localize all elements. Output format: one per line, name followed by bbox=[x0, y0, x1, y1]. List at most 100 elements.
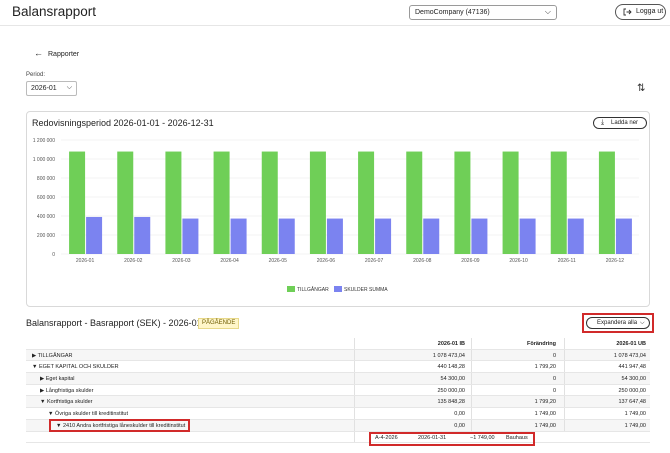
bar-skulder-2026-12 bbox=[615, 218, 632, 254]
row-ib: 54 300,00 bbox=[440, 376, 465, 383]
back-to-reports-link[interactable]: ← Rapporter bbox=[34, 48, 79, 58]
legend-swatch bbox=[334, 286, 342, 292]
x-tick-label: 2026-03 bbox=[172, 258, 191, 264]
row-label: ▶ TILLGÅNGAR bbox=[32, 352, 73, 359]
y-tick-label: 0 bbox=[52, 252, 55, 258]
x-tick-label: 2026-12 bbox=[606, 258, 625, 264]
x-tick-label: 2026-10 bbox=[509, 258, 528, 264]
bar-skulder-2026-06 bbox=[326, 218, 343, 254]
x-tick-label: 2026-02 bbox=[124, 258, 143, 264]
table-row[interactable]: ▶ TILLGÅNGAR 1 078 473,04 0 1 078 473,04 bbox=[26, 349, 650, 362]
bar-tillgangar-2026-04 bbox=[213, 151, 230, 254]
balance-table: 2026-01 IB Förändring 2026-01 UB ▶ TILLG… bbox=[26, 338, 650, 444]
row-ub: 1 749,00 bbox=[624, 422, 646, 429]
row-change: 1 749,00 bbox=[534, 411, 556, 418]
row-ib: 0,00 bbox=[454, 422, 465, 429]
bar-skulder-2026-09 bbox=[471, 218, 488, 254]
top-bar: Balansrapport DemoCompany (47136) ⌵ Logg… bbox=[0, 0, 670, 26]
company-select[interactable]: DemoCompany (47136) ⌵ bbox=[409, 5, 557, 20]
row-change: 0 bbox=[552, 376, 556, 383]
transaction-detail-row[interactable]: A-4-2026 2026-01-31 −1 749,00 Bauhaus bbox=[26, 431, 650, 444]
bar-skulder-2026-05 bbox=[278, 218, 295, 254]
row-ib: 1 078 473,04 bbox=[432, 352, 465, 359]
row-ib: 135 848,28 bbox=[437, 399, 465, 406]
chevron-down-icon: ⌵ bbox=[640, 320, 645, 326]
row-label: ▼ Övriga skulder till kreditinstitut bbox=[48, 411, 129, 418]
refresh-icon[interactable]: ⇅ bbox=[637, 83, 645, 94]
bar-tillgangar-2026-09 bbox=[454, 151, 471, 254]
bar-skulder-2026-01 bbox=[86, 216, 103, 254]
download-icon: ⤓ bbox=[601, 119, 605, 126]
status-badge: PÅGÅENDE bbox=[198, 318, 240, 329]
x-tick-label: 2026-01 bbox=[76, 258, 95, 264]
download-label: Ladda ner bbox=[611, 120, 639, 126]
row-label: ▼ Kortfristiga skulder bbox=[40, 399, 93, 406]
row-ub: 54 300,00 bbox=[621, 376, 646, 383]
row-change: 1 799,20 bbox=[534, 364, 556, 371]
row-change: 0 bbox=[552, 352, 556, 359]
y-tick-label: 600 000 bbox=[37, 195, 55, 201]
table-row[interactable]: ▶ Eget kapital 54 300,00 0 54 300,00 bbox=[26, 373, 650, 385]
column-header-ub: 2026-01 UB bbox=[616, 341, 646, 347]
x-tick-label: 2026-07 bbox=[365, 258, 384, 264]
row-ub: 1 749,00 bbox=[624, 411, 646, 418]
expand-all-label: Expandera alla bbox=[597, 320, 638, 326]
bar-skulder-2026-02 bbox=[134, 216, 151, 254]
table-row[interactable]: ▼ Övriga skulder till kreditinstitut 0,00… bbox=[26, 408, 650, 420]
table-row[interactable]: ▼ Kortfristiga skulder 135 848,28 1 799,20… bbox=[26, 396, 650, 409]
legend-swatch bbox=[287, 286, 295, 292]
table-row[interactable]: ▼ EGET KAPITAL OCH SKULDER 440 148,28 1 79… bbox=[26, 361, 650, 374]
row-label: ▶ Långfristiga skulder bbox=[40, 387, 94, 394]
y-tick-label: 400 000 bbox=[37, 214, 55, 220]
period-label: Period: bbox=[26, 72, 46, 78]
logout-button[interactable]: Logga ut bbox=[615, 4, 666, 20]
table-header-row: 2026-01 IB Förändring 2026-01 UB bbox=[26, 338, 650, 350]
row-label: ▼ EGET KAPITAL OCH SKULDER bbox=[32, 364, 119, 371]
y-tick-label: 1 200 000 bbox=[33, 138, 55, 144]
x-tick-label: 2026-06 bbox=[317, 258, 336, 264]
row-change: 1 799,20 bbox=[534, 399, 556, 406]
logout-icon bbox=[623, 8, 632, 16]
row-ub: 441 947,48 bbox=[618, 364, 646, 371]
row-label: ▼ 2410 Andra kortfristiga låneskulder ti… bbox=[56, 422, 186, 429]
back-link-label: Rapporter bbox=[48, 51, 80, 58]
bar-tillgangar-2026-07 bbox=[358, 151, 375, 254]
bar-tillgangar-2026-12 bbox=[598, 151, 615, 254]
row-label: ▶ Eget kapital bbox=[40, 376, 75, 383]
table-row[interactable]: ▶ Långfristiga skulder 250 000,00 0 250 000… bbox=[26, 384, 650, 397]
chart-title: Redovisningsperiod 2026-01-01 - 2026-12-… bbox=[32, 118, 214, 128]
table-row[interactable]: ▼ 2410 Andra kortfristiga låneskulder ti… bbox=[26, 419, 650, 432]
balance-chart: 0 200 000 400 000 600 000 800 000 1 000 000 1 … bbox=[33, 138, 639, 293]
transaction-amount: −1 749,00 bbox=[470, 434, 495, 441]
x-tick-label: 2026-11 bbox=[558, 258, 576, 264]
row-ub: 137 647,48 bbox=[618, 399, 646, 406]
bar-tillgangar-2026-11 bbox=[550, 151, 567, 254]
company-select-value: DemoCompany (47136) bbox=[415, 9, 490, 16]
x-tick-label: 2026-08 bbox=[413, 258, 432, 264]
y-tick-label: 200 000 bbox=[37, 233, 55, 239]
app-title: Balansrapport bbox=[12, 4, 97, 19]
period-select[interactable]: 2026-01 ⌵ bbox=[26, 81, 77, 96]
column-header-change: Förändring bbox=[526, 341, 556, 347]
bar-tillgangar-2026-03 bbox=[165, 151, 182, 254]
bar-tillgangar-2026-01 bbox=[69, 151, 86, 254]
bar-tillgangar-2026-05 bbox=[261, 151, 278, 254]
bar-tillgangar-2026-10 bbox=[502, 151, 519, 254]
column-header-ib: 2026-01 IB bbox=[437, 341, 465, 347]
chart-card: 0 200 000 400 000 600 000 800 000 1 000 000 1 … bbox=[26, 111, 650, 307]
bar-skulder-2026-10 bbox=[519, 218, 536, 254]
bar-tillgangar-2026-02 bbox=[117, 151, 134, 254]
period-select-value: 2026-01 bbox=[31, 85, 57, 92]
row-change: 0 bbox=[552, 387, 556, 394]
balance-report-title: Balansrapport - Basrapport (SEK) - 2026-… bbox=[26, 318, 202, 328]
transaction-ref[interactable]: A-4-2026 bbox=[375, 435, 398, 441]
bar-skulder-2026-07 bbox=[375, 218, 392, 254]
expand-all-button[interactable]: Expandera alla ⌵ bbox=[586, 317, 650, 329]
row-ub: 1 078 473,04 bbox=[613, 352, 646, 359]
transaction-party: Bauhaus bbox=[506, 434, 528, 441]
chevron-down-icon: ⌵ bbox=[544, 7, 551, 16]
y-tick-label: 800 000 bbox=[37, 176, 55, 182]
download-button[interactable]: ⤓ Ladda ner bbox=[593, 117, 647, 129]
chevron-down-icon: ⌵ bbox=[66, 84, 72, 91]
x-tick-label: 2026-05 bbox=[269, 258, 288, 264]
